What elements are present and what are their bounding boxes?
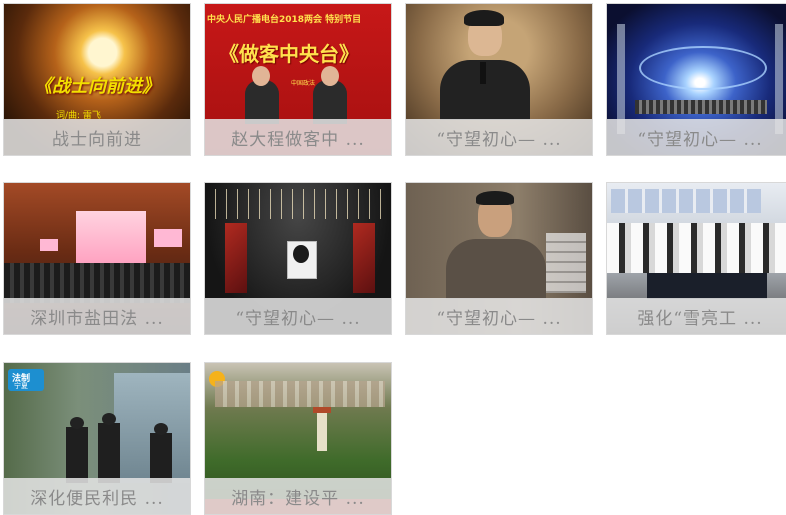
video-tile-6[interactable]: “守望初心— ...	[204, 182, 392, 335]
video-caption: 深化便民利民 ...	[4, 478, 190, 514]
video-tile-4[interactable]: “守望初心— ...	[606, 3, 786, 156]
video-tile-10[interactable]: 湖南：建设平 ...	[204, 362, 392, 515]
video-caption: 湖南：建设平 ...	[205, 478, 391, 514]
video-tile-3[interactable]: “守望初心— ...	[405, 3, 593, 156]
video-caption: “守望初心— ...	[607, 119, 786, 155]
channel-region-text: 宁夏	[14, 382, 28, 390]
thumbnail-title-text: 《战士向前进》	[34, 76, 160, 97]
video-caption: 战士向前进	[4, 119, 190, 155]
video-tile-9[interactable]: 法制 宁夏 深化便民利民 ...	[3, 362, 191, 515]
video-tile-5[interactable]: 深圳市盐田法 ...	[3, 182, 191, 335]
thumbnail-banner-text: 《做客中央台》	[219, 42, 359, 66]
video-caption: “守望初心— ...	[205, 298, 391, 334]
thumbnail-logo-text: 中国政法	[291, 80, 316, 87]
video-tile-8[interactable]: 强化“雪亮工 ...	[606, 182, 786, 335]
video-caption: 赵大程做客中 ...	[205, 119, 391, 155]
video-tile-7[interactable]: “守望初心— ...	[405, 182, 593, 335]
video-thumbnail-grid: 《战士向前进》 词/曲: 雷飞 战士向前进 中央人民广播电台2018两会 特别节…	[0, 0, 786, 515]
video-caption: “守望初心— ...	[406, 119, 592, 155]
video-caption: 强化“雪亮工 ...	[607, 298, 786, 334]
thumbnail-title-text: 中央人民广播电台2018两会 特别节目	[207, 15, 362, 25]
video-tile-2[interactable]: 中央人民广播电台2018两会 特别节目 《做客中央台》 中国政法 赵大程做客中 …	[204, 3, 392, 156]
video-caption: 深圳市盐田法 ...	[4, 298, 190, 334]
video-tile-1[interactable]: 《战士向前进》 词/曲: 雷飞 战士向前进	[3, 3, 191, 156]
channel-logo: 法制 宁夏	[8, 369, 44, 391]
video-caption: “守望初心— ...	[406, 298, 592, 334]
